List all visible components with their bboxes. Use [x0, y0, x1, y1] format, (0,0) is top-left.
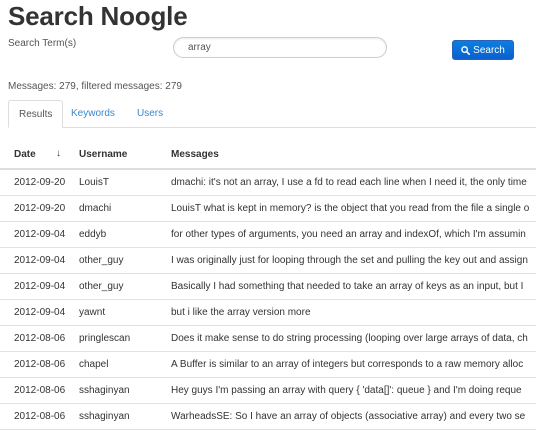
cell-message: for other types of arguments, you need a…: [171, 229, 526, 240]
cell-username: other_guy: [79, 255, 124, 266]
cell-username: other_guy: [79, 281, 124, 292]
table-row[interactable]: 2012-09-04 yawnt but i like the array ve…: [0, 300, 536, 326]
cell-message: but i like the array version more: [171, 307, 311, 318]
cell-date: 2012-08-06: [14, 333, 66, 344]
cell-message: WarheadsSE: So I have an array of object…: [171, 411, 526, 422]
tab-users[interactable]: Users: [127, 100, 173, 128]
results-table-body: 2012-09-20 LouisT dmachi: it's not an ar…: [0, 170, 536, 430]
search-input[interactable]: [173, 37, 387, 58]
column-header-date[interactable]: Date ↓: [14, 148, 61, 160]
table-row[interactable]: 2012-08-06 pringlescan Does it make sens…: [0, 326, 536, 352]
table-row[interactable]: 2012-09-04 other_guy Basically I had som…: [0, 274, 536, 300]
cell-message: Hey guys I'm passing an array with query…: [171, 385, 522, 396]
cell-message: Does it make sense to do string processi…: [171, 333, 528, 344]
cell-username: sshaginyan: [79, 385, 130, 396]
table-row[interactable]: 2012-08-06 chapel A Buffer is similar to…: [0, 352, 536, 378]
tab-keywords[interactable]: Keywords: [61, 100, 125, 128]
magnifier-icon: [461, 45, 471, 55]
message-counts: Messages: 279, filtered messages: 279: [8, 81, 182, 92]
cell-date: 2012-09-20: [14, 177, 66, 188]
tab-results[interactable]: Results: [8, 100, 63, 128]
table-row[interactable]: 2012-09-04 other_guy I was originally ju…: [0, 248, 536, 274]
cell-message: A Buffer is similar to an array of integ…: [171, 359, 524, 370]
cell-date: 2012-08-06: [14, 359, 66, 370]
tab-bar: Results Keywords Users: [8, 100, 536, 128]
cell-date: 2012-08-06: [14, 411, 66, 422]
cell-username: chapel: [79, 359, 109, 370]
table-row[interactable]: 2012-08-06 sshaginyan Hey guys I'm passi…: [0, 378, 536, 404]
cell-message: dmachi: it's not an array, I use a fd to…: [171, 177, 527, 188]
column-header-username[interactable]: Username: [79, 149, 127, 160]
cell-date: 2012-09-04: [14, 307, 66, 318]
cell-username: sshaginyan: [79, 411, 130, 422]
cell-username: pringlescan: [79, 333, 131, 344]
table-row[interactable]: 2012-09-20 LouisT dmachi: it's not an ar…: [0, 170, 536, 196]
cell-date: 2012-09-04: [14, 281, 66, 292]
cell-username: dmachi: [79, 203, 112, 214]
search-term-label: Search Term(s): [8, 38, 77, 49]
cell-username: yawnt: [79, 307, 106, 318]
table-row[interactable]: 2012-08-06 sshaginyan WarheadsSE: So I h…: [0, 404, 536, 430]
page-title: Search Noogle: [8, 1, 188, 31]
search-button[interactable]: Search: [452, 40, 514, 60]
cell-message: I was originally just for looping throug…: [171, 255, 528, 266]
cell-date: 2012-09-04: [14, 229, 66, 240]
table-row[interactable]: 2012-09-04 eddyb for other types of argu…: [0, 222, 536, 248]
cell-date: 2012-09-20: [14, 203, 66, 214]
cell-message: LouisT what is kept in memory? is the ob…: [171, 203, 530, 214]
table-header: Date ↓ Username Messages: [0, 144, 536, 170]
cell-date: 2012-09-04: [14, 255, 66, 266]
column-header-messages[interactable]: Messages: [171, 149, 219, 160]
cell-username: LouisT: [79, 177, 110, 188]
cell-username: eddyb: [79, 229, 107, 240]
cell-date: 2012-08-06: [14, 385, 66, 396]
table-row[interactable]: 2012-09-20 dmachi LouisT what is kept in…: [0, 196, 536, 222]
search-button-label: Search: [473, 44, 505, 56]
sort-descending-icon: ↓: [56, 148, 61, 159]
cell-message: Basically I had something that needed to…: [171, 281, 524, 292]
